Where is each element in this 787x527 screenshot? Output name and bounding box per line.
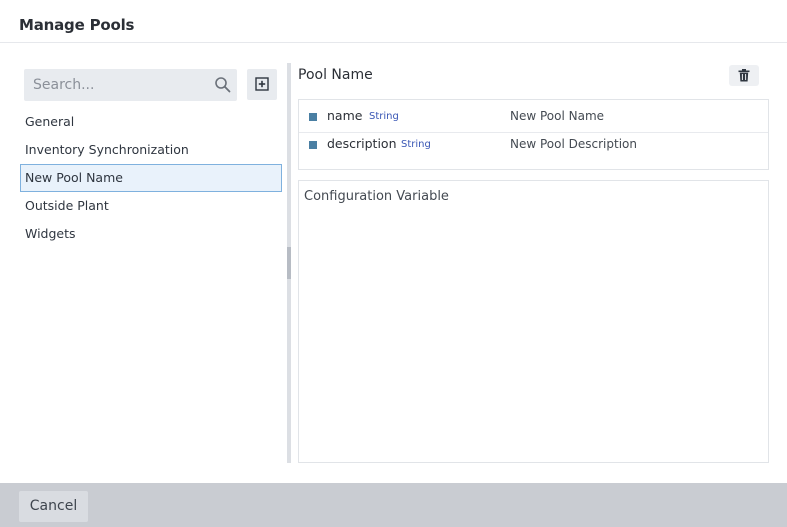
configuration-variable-label: Configuration Variable	[304, 189, 449, 204]
property-marker-icon	[309, 141, 317, 149]
add-pool-button[interactable]	[247, 69, 277, 100]
plus-square-icon	[255, 77, 269, 91]
pool-item-outside-plant[interactable]: Outside Plant	[20, 192, 282, 220]
property-value[interactable]: New Pool Name	[510, 109, 604, 123]
property-marker-icon	[309, 113, 317, 121]
pool-item-widgets[interactable]: Widgets	[20, 220, 282, 248]
dialog-title: Manage Pools	[19, 16, 135, 34]
configuration-variable-panel[interactable]: Configuration Variable	[298, 180, 769, 463]
pool-item-new-pool-name[interactable]: New Pool Name	[20, 164, 282, 192]
property-type: String	[369, 111, 399, 122]
property-value[interactable]: New Pool Description	[510, 137, 637, 151]
manage-pools-dialog: Manage Pools General Inventory Synchroni…	[0, 0, 787, 527]
pool-item-general[interactable]: General	[20, 108, 282, 136]
property-row-description[interactable]: description String New Pool Description	[299, 130, 768, 160]
splitter-handle[interactable]	[287, 247, 291, 279]
property-table: name String New Pool Name description St…	[298, 99, 769, 170]
trash-icon	[738, 69, 750, 82]
pool-item-inventory-synchronization[interactable]: Inventory Synchronization	[20, 136, 282, 164]
property-type: String	[401, 139, 431, 150]
property-row-name[interactable]: name String New Pool Name	[299, 102, 768, 133]
search-icon[interactable]	[214, 76, 232, 94]
pool-list: General Inventory Synchronization New Po…	[20, 108, 282, 248]
search-input[interactable]	[24, 69, 209, 101]
dialog-header: Manage Pools	[0, 0, 787, 43]
dialog-footer: Cancel	[0, 483, 787, 527]
search-box	[24, 69, 237, 101]
property-name: description	[327, 136, 397, 151]
property-name: name	[327, 108, 363, 123]
cancel-button[interactable]: Cancel	[19, 491, 88, 522]
pool-detail-title: Pool Name	[298, 67, 373, 83]
delete-pool-button[interactable]	[729, 65, 759, 86]
panel-splitter[interactable]	[287, 63, 291, 463]
